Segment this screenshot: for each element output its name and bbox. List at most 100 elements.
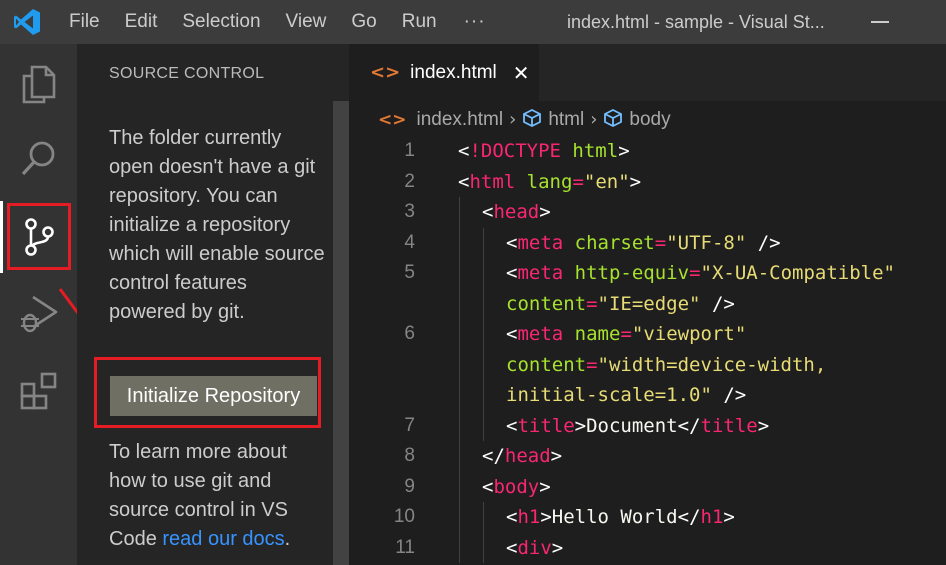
initialize-repository-button[interactable]: Initialize Repository (110, 376, 317, 416)
code-token: </ (677, 414, 701, 437)
indent-guide (459, 349, 460, 380)
code-token: < (506, 323, 518, 345)
code-text: <head> (482, 197, 551, 227)
line-number: 7 (404, 414, 415, 436)
line-number: 11 (395, 536, 415, 558)
line-number: 6 (404, 323, 415, 344)
indent-guide (459, 380, 460, 411)
code-token: html (572, 140, 619, 162)
code-token: /> (723, 384, 747, 406)
indent-guide (483, 258, 484, 289)
editor-tab-bar: <> index.html ✕ (349, 44, 946, 101)
close-icon[interactable]: ✕ (513, 61, 530, 85)
breadcrumb-html[interactable]: html (522, 108, 584, 131)
code-token: = (572, 170, 584, 193)
code-text: <h1>Hello World</h1> (506, 502, 735, 532)
code-token: = (586, 292, 598, 315)
code-token: < (458, 170, 470, 193)
menu-bar: File Edit Selection View Go Run ··· (69, 0, 486, 44)
menu-go[interactable]: Go (351, 11, 376, 33)
symbol-cube-icon (523, 108, 542, 128)
chevron-right-icon: › (590, 109, 598, 130)
indent-guide (459, 319, 460, 350)
code-token: initial-scale=1.0" (506, 384, 712, 406)
code-token: = (654, 231, 667, 254)
title-bar: File Edit Selection View Go Run ··· inde… (0, 0, 946, 44)
code-token: meta (517, 262, 564, 284)
code-token: > (550, 445, 563, 467)
indent-guide (459, 410, 460, 441)
line-number: 4 (404, 231, 415, 253)
indent-guide (459, 471, 460, 502)
code-token: "en" (583, 170, 630, 193)
code-token: > (618, 140, 630, 162)
menu-file[interactable]: File (69, 11, 100, 33)
code-token: html (469, 170, 516, 193)
code-token: > (540, 506, 552, 528)
line-number: 9 (404, 475, 415, 497)
code-token: < (506, 262, 518, 284)
run-debug-icon (20, 295, 57, 333)
breadcrumb-html-label: html (548, 109, 585, 130)
sidebar-scrollbar[interactable] (333, 101, 349, 565)
code-text: <!DOCTYPE html> (458, 136, 630, 166)
vscode-logo-icon[interactable] (12, 7, 42, 37)
activity-extensions[interactable] (0, 355, 77, 427)
indent-guide (483, 380, 484, 411)
indent-guide (483, 227, 484, 258)
code-token: charset (574, 231, 655, 254)
menu-run[interactable]: Run (402, 11, 437, 33)
search-icon (21, 141, 54, 176)
tab-index-html[interactable]: <> index.html ✕ (349, 44, 539, 101)
code-text: <meta charset="UTF-8" /> (506, 228, 781, 258)
breadcrumb-file[interactable]: index.html (417, 109, 504, 131)
code-token: < (482, 201, 494, 223)
code-token: content (506, 353, 587, 376)
code-token: title (517, 414, 575, 437)
code-editor[interactable]: 1 <!DOCTYPE html> 2 <html lang="en"> 3 <head>… (349, 138, 946, 565)
indent-guide (459, 227, 460, 258)
indent-guide (483, 319, 484, 350)
read-docs-link[interactable]: read our docs (162, 528, 284, 550)
sidebar-title: SOURCE CONTROL (109, 65, 265, 82)
indent-guide (459, 258, 460, 289)
indent-guide (483, 349, 484, 380)
code-token: > (539, 475, 551, 498)
code-token: > (551, 536, 564, 559)
code-text: content="width=device-width, (506, 350, 826, 380)
indent-guide (459, 502, 460, 533)
minimize-icon[interactable] (871, 21, 889, 23)
code-token: Hello World (551, 506, 678, 528)
menu-edit[interactable]: Edit (125, 11, 158, 33)
indent-guide (483, 288, 484, 319)
code-token: head (493, 201, 540, 223)
menu-selection[interactable]: Selection (182, 11, 260, 33)
code-token: > (629, 170, 642, 193)
source-control-highlight (7, 203, 71, 270)
code-text: </head> (482, 441, 562, 471)
breadcrumb-body[interactable]: body (603, 108, 671, 131)
activity-explorer[interactable] (0, 48, 77, 120)
menu-more-icon[interactable]: ··· (464, 11, 486, 33)
html-file-icon: <> (378, 109, 407, 130)
code-token: lang (526, 170, 573, 193)
chevron-right-icon: › (509, 109, 517, 130)
line-number: 5 (404, 262, 415, 283)
code-token: < (506, 231, 518, 254)
menu-view[interactable]: View (286, 11, 327, 33)
code-token: meta (517, 323, 564, 345)
code-token: < (506, 414, 518, 437)
code-token: body (493, 475, 540, 498)
line-number: 8 (404, 445, 415, 466)
learn-more-suffix: . (284, 528, 291, 550)
indent-guide (483, 410, 484, 441)
indent-guide (459, 197, 460, 228)
code-token: > (723, 506, 735, 528)
activity-search[interactable] (0, 122, 77, 194)
